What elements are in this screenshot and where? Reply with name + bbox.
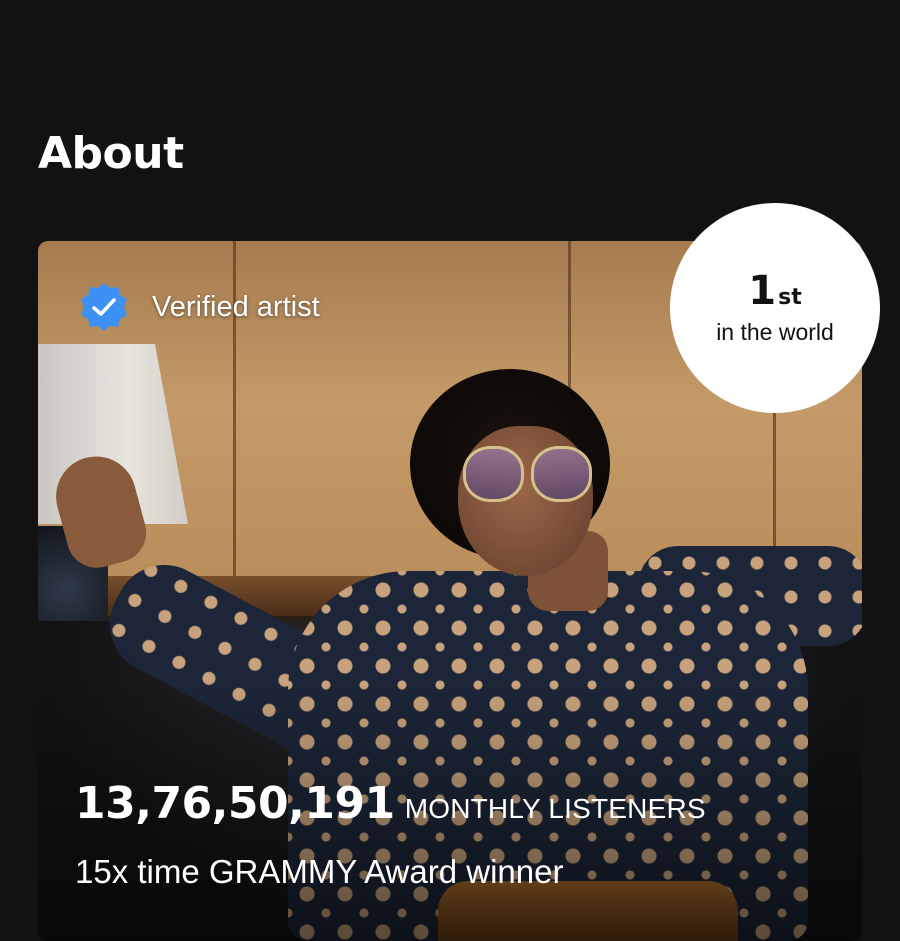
section-title: About (38, 128, 184, 179)
artist-bio-line: 15x time GRAMMY Award winner (75, 853, 564, 890)
world-rank-badge: 1st in the world (670, 203, 880, 413)
monthly-listeners-label: MONTHLY LISTENERS (404, 793, 706, 824)
verified-artist-label: Verified artist (152, 290, 320, 323)
photo-sunglasses (463, 446, 593, 502)
artist-stats: 13,76,50,191 MONTHLY LISTENERS 15x time … (75, 778, 706, 891)
verified-artist-row: Verified artist (78, 281, 320, 333)
world-rank-suffix: st (778, 284, 802, 310)
world-rank-number: 1st (748, 267, 802, 314)
monthly-listeners: 13,76,50,191 MONTHLY LISTENERS (75, 778, 706, 829)
verified-check-badge-icon (81, 283, 127, 331)
monthly-listeners-count: 13,76,50,191 (75, 778, 395, 829)
world-rank-caption: in the world (716, 318, 834, 345)
